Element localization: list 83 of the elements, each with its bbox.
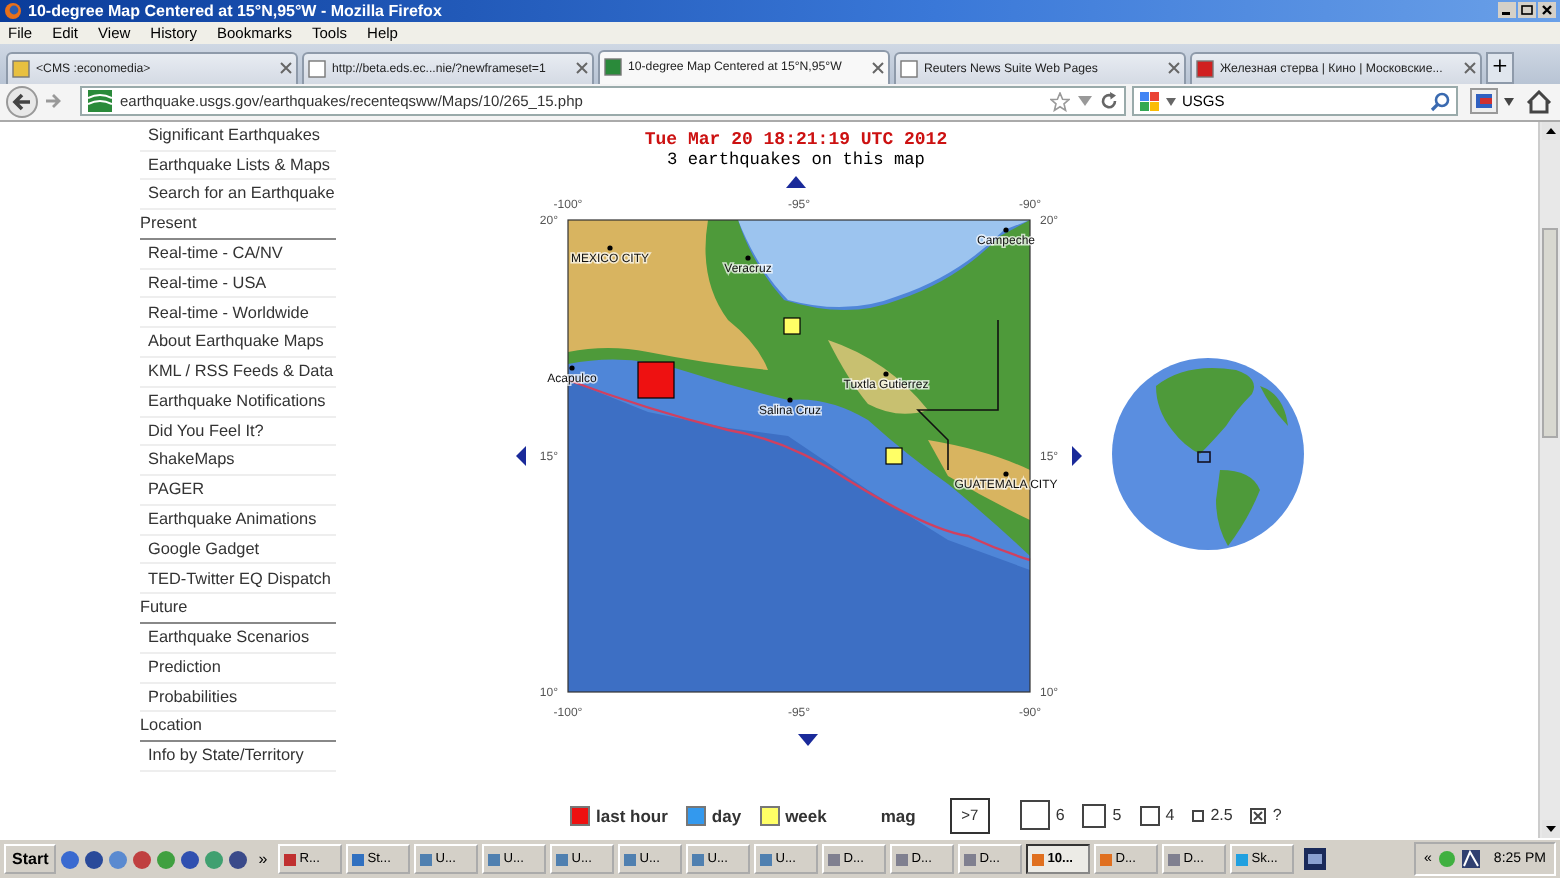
sidebar-link[interactable]: PAGER bbox=[140, 476, 336, 506]
quick-launch-icon[interactable] bbox=[228, 849, 249, 870]
sidebar-link[interactable]: Earthquake Animations bbox=[140, 505, 336, 536]
sidebar-link[interactable]: About Earthquake Maps bbox=[140, 328, 336, 358]
sidebar-link[interactable]: Earthquake Scenarios bbox=[140, 624, 336, 654]
page-icon bbox=[900, 59, 918, 78]
page-icon bbox=[604, 58, 622, 77]
tray-app-icon[interactable] bbox=[1461, 850, 1480, 869]
magnitude-label: 2.5 bbox=[1210, 806, 1233, 825]
magnitude-label: 4 bbox=[1165, 806, 1175, 825]
magnitude-square-icon bbox=[1192, 809, 1205, 822]
close-tab-icon[interactable] bbox=[872, 61, 884, 74]
sidebar-link[interactable]: Info by State/Territory bbox=[140, 742, 336, 772]
firefox-icon bbox=[4, 1, 22, 20]
home-icon[interactable] bbox=[1526, 89, 1552, 114]
sidebar-link[interactable]: Earthquake Notifications bbox=[140, 387, 336, 418]
dropdown-icon[interactable] bbox=[1504, 97, 1514, 106]
quick-launch-icon[interactable] bbox=[132, 849, 153, 870]
page-icon bbox=[308, 59, 326, 78]
legend-label: day bbox=[711, 805, 742, 826]
sidebar-link[interactable]: Real-time - Worldwide bbox=[140, 298, 336, 329]
scrollbar[interactable] bbox=[1538, 121, 1560, 839]
page-icon bbox=[12, 59, 30, 78]
sidebar-link[interactable]: Earthquake Lists & Maps bbox=[140, 151, 336, 181]
close-tab-icon[interactable] bbox=[280, 62, 292, 75]
right-arrow-icon[interactable] bbox=[1072, 445, 1082, 466]
close-tab-icon[interactable] bbox=[576, 62, 588, 75]
map-subtitle: 3 earthquakes on this map bbox=[665, 151, 927, 170]
scroll-thumb[interactable] bbox=[1542, 227, 1558, 438]
star-icon[interactable] bbox=[1050, 91, 1070, 112]
close-tab-icon[interactable] bbox=[1168, 62, 1180, 75]
search-engine-icon[interactable] bbox=[1140, 91, 1160, 112]
sidebar-link[interactable]: Real-time - USA bbox=[140, 269, 336, 299]
magnitude-square-icon bbox=[1082, 803, 1107, 828]
legend-label: week bbox=[785, 805, 827, 826]
earthquake-marker[interactable] bbox=[637, 360, 675, 399]
quick-launch-icon[interactable] bbox=[60, 849, 81, 870]
magnitude-square-icon bbox=[1139, 805, 1160, 826]
sidebar-link[interactable]: Real-time - CA/NV bbox=[140, 239, 336, 270]
search-icon[interactable] bbox=[1430, 91, 1450, 112]
minimize-icon[interactable] bbox=[1498, 2, 1516, 19]
magnitude-label: ? bbox=[1272, 806, 1282, 825]
bookmarks-icon[interactable] bbox=[1470, 88, 1498, 115]
new-tab-button[interactable]: + bbox=[1486, 51, 1514, 84]
magnitude-label: 5 bbox=[1112, 806, 1122, 825]
window-title: 10-degree Map Centered at 15°N,95°W - Mozilla Firefox bbox=[28, 1, 442, 20]
crossed-square-icon bbox=[1250, 807, 1267, 824]
sidebar-link[interactable]: Google Gadget bbox=[140, 535, 336, 565]
magnitude-square-icon bbox=[1019, 800, 1050, 831]
legend-label: last hour bbox=[596, 805, 668, 826]
sidebar-link[interactable]: TED-Twitter EQ Dispatch bbox=[140, 564, 336, 595]
section-heading: Location bbox=[140, 712, 336, 743]
close-tab-icon[interactable] bbox=[1464, 62, 1476, 75]
restore-icon[interactable] bbox=[1518, 2, 1536, 19]
sidebar-link[interactable]: Search for an Earthquake bbox=[140, 180, 336, 211]
app-icon[interactable] bbox=[1303, 848, 1326, 871]
legend-label: mag bbox=[880, 805, 916, 826]
sidebar-link[interactable]: Significant Earthquakes bbox=[140, 121, 336, 152]
sidebar-link[interactable]: KML / RSS Feeds & Data bbox=[140, 357, 336, 388]
section-heading: Future bbox=[140, 594, 336, 625]
start-button[interactable]: Start bbox=[4, 844, 57, 875]
quick-launch-icon[interactable] bbox=[180, 849, 201, 870]
forward-icon[interactable] bbox=[44, 92, 62, 111]
earthquake-marker[interactable] bbox=[885, 446, 903, 465]
left-arrow-icon[interactable] bbox=[516, 445, 526, 466]
map-timestamp: Tue Mar 20 18:21:19 UTC 2012 bbox=[642, 129, 950, 151]
sidebar-link[interactable]: Probabilities bbox=[140, 683, 336, 713]
earthquake-marker[interactable] bbox=[783, 316, 801, 335]
sidebar-link[interactable]: Prediction bbox=[140, 653, 336, 684]
up-arrow-icon[interactable] bbox=[786, 175, 806, 188]
back-icon[interactable] bbox=[6, 85, 38, 118]
sidebar-link[interactable]: Did You Feel It? bbox=[140, 417, 336, 447]
sidebar-link[interactable]: ShakeMaps bbox=[140, 446, 336, 477]
reload-icon[interactable] bbox=[1100, 92, 1118, 111]
page-icon bbox=[1196, 59, 1214, 78]
quick-launch-icon[interactable] bbox=[84, 849, 105, 870]
quick-launch-chevron[interactable]: » bbox=[258, 850, 268, 869]
magnitude-label: 6 bbox=[1055, 806, 1065, 825]
site-icon bbox=[88, 90, 112, 113]
section-heading: Present bbox=[140, 210, 336, 240]
close-icon[interactable] bbox=[1538, 2, 1556, 19]
down-arrow-icon[interactable] bbox=[798, 733, 818, 746]
dropdown-icon[interactable] bbox=[1166, 97, 1176, 106]
